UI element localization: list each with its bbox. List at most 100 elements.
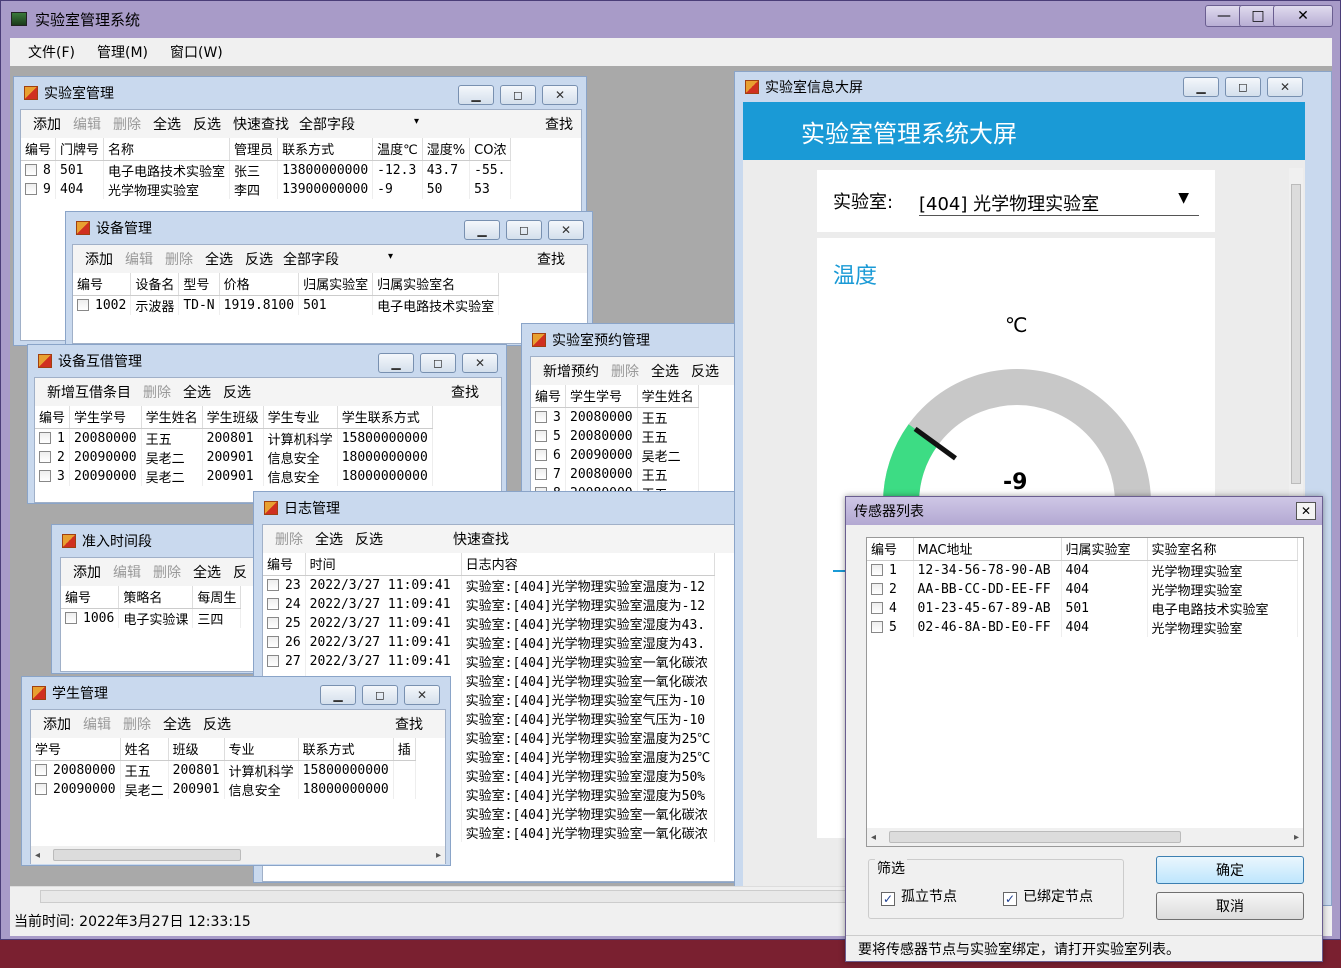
menu-manage[interactable]: 管理(M): [97, 42, 148, 62]
minimize-icon[interactable]: ▁: [458, 85, 494, 105]
column-header[interactable]: 学生学号: [69, 406, 142, 429]
column-header[interactable]: 学生姓名: [637, 385, 699, 408]
maximize-icon[interactable]: ◻: [500, 85, 536, 105]
table-row[interactable]: 8 501 电子电路技术实验室 张三 13800000000 -12.3 43.7 -55.: [21, 160, 512, 180]
column-header[interactable]: 编号: [21, 138, 57, 161]
row-checkbox[interactable]: [77, 298, 89, 311]
column-header[interactable]: 学生班级: [202, 406, 264, 429]
row-checkbox[interactable]: [65, 611, 77, 624]
table-row[interactable]: 20080000 王五 200801 计算机科学 15800000000: [31, 760, 416, 780]
table-row[interactable]: 3 20080000 王五: [531, 407, 699, 427]
isolated-node-checkbox[interactable]: ✓ 孤立节点: [881, 886, 957, 906]
table-row[interactable]: 27 2022/3/27 11:09:41 实验室:[404]光学物理实验室一氧化碳…: [263, 651, 716, 671]
mdi-horizontal-scrollbar[interactable]: [10, 886, 1260, 906]
column-header[interactable]: 联系方式: [298, 738, 394, 761]
edit-button[interactable]: 编辑: [83, 714, 111, 734]
select-all-button[interactable]: 全选: [163, 714, 191, 734]
delete-button[interactable]: 删除: [123, 714, 151, 734]
column-header[interactable]: 温度℃: [372, 138, 423, 161]
row-checkbox[interactable]: [35, 782, 47, 795]
column-header[interactable]: 学生联系方式: [337, 406, 433, 429]
menu-window[interactable]: 窗口(W): [170, 42, 223, 62]
row-checkbox[interactable]: [535, 429, 547, 442]
row-checkbox[interactable]: [267, 616, 279, 629]
column-header[interactable]: 设备名: [130, 273, 180, 296]
add-button[interactable]: 添加: [73, 562, 101, 582]
minimize-button[interactable]: —: [1205, 5, 1243, 27]
table-row[interactable]: 4 01-23-45-67-89-AB 501 电子电路技术实验室: [867, 598, 1298, 618]
edit-button[interactable]: 编辑: [125, 249, 153, 269]
column-header[interactable]: 专业: [224, 738, 299, 761]
table-row[interactable]: 23 2022/3/27 11:09:41 实验室:[404]光学物理实验室温度为-…: [263, 575, 716, 595]
table-row[interactable]: 3 20090000 吴老二 200901 信息安全 18000000000: [35, 466, 433, 486]
maximize-icon[interactable]: ◻: [1225, 77, 1261, 97]
table-row[interactable]: 5 20080000 王五: [531, 426, 699, 446]
maximize-button[interactable]: □: [1239, 5, 1277, 27]
table-row[interactable]: 1006 电子实验课 三四: [61, 608, 242, 628]
select-all-button[interactable]: 全选: [651, 361, 679, 381]
table-row[interactable]: 5 02-46-8A-BD-E0-FF 404 光学物理实验室: [867, 617, 1298, 637]
column-header[interactable]: 价格: [219, 273, 300, 296]
column-header[interactable]: 名称: [103, 138, 231, 161]
close-icon[interactable]: ✕: [548, 220, 584, 240]
invert-button[interactable]: 反选: [193, 114, 221, 134]
select-all-button[interactable]: 全选: [193, 562, 221, 582]
search-button[interactable]: 查找: [395, 714, 423, 734]
close-icon[interactable]: ✕: [1296, 502, 1316, 520]
ok-button[interactable]: 确定: [1156, 856, 1304, 884]
add-reservation-button[interactable]: 新增预约: [543, 361, 599, 381]
lab-select[interactable]: [404] 光学物理实验室 ▼: [919, 182, 1199, 216]
delete-button[interactable]: 删除: [143, 382, 171, 402]
add-button[interactable]: 添加: [43, 714, 71, 734]
column-header[interactable]: 型号: [178, 273, 220, 296]
delete-button[interactable]: 删除: [275, 529, 303, 549]
minimize-icon[interactable]: ▁: [378, 353, 414, 373]
table-row[interactable]: 6 20090000 吴老二: [531, 445, 699, 465]
search-button[interactable]: 查找: [545, 114, 573, 134]
column-header[interactable]: 联系方式: [277, 138, 374, 161]
row-checkbox[interactable]: [535, 448, 547, 461]
column-header[interactable]: MAC地址: [913, 538, 1062, 561]
close-button[interactable]: ✕: [1273, 5, 1333, 27]
row-checkbox[interactable]: [871, 563, 883, 576]
column-header[interactable]: 门牌号: [55, 138, 105, 161]
row-checkbox[interactable]: [39, 450, 51, 463]
invert-button[interactable]: 反选: [223, 382, 251, 402]
invert-button[interactable]: 反选: [355, 529, 383, 549]
minimize-icon[interactable]: ▁: [1183, 77, 1219, 97]
table-row[interactable]: 20090000 吴老二 200901 信息安全 18000000000: [31, 779, 416, 799]
column-header[interactable]: 学生专业: [263, 406, 338, 429]
close-icon[interactable]: ✕: [542, 85, 578, 105]
table-row[interactable]: 1 20080000 王五 200801 计算机科学 15800000000: [35, 428, 433, 448]
column-header[interactable]: 湿度%: [422, 138, 471, 161]
table-row[interactable]: 7 20080000 王五: [531, 464, 699, 484]
table-row[interactable]: 24 2022/3/27 11:09:41 实验室:[404]光学物理实验室温度为-…: [263, 594, 716, 614]
column-header[interactable]: CO浓: [469, 138, 512, 161]
delete-button[interactable]: 删除: [611, 361, 639, 381]
column-header[interactable]: 编号: [73, 273, 132, 296]
edit-button[interactable]: 编辑: [73, 114, 101, 134]
column-header[interactable]: 学生学号: [565, 385, 638, 408]
table-row[interactable]: 2 AA-BB-CC-DD-EE-FF 404 光学物理实验室: [867, 579, 1298, 599]
row-checkbox[interactable]: [267, 597, 279, 610]
row-checkbox[interactable]: [25, 163, 37, 176]
column-header[interactable]: 编号: [867, 538, 914, 561]
field-select[interactable]: 全部字段: [299, 114, 419, 134]
add-borrow-button[interactable]: 新增互借条目: [47, 382, 131, 402]
minimize-icon[interactable]: ▁: [464, 220, 500, 240]
row-checkbox[interactable]: [871, 601, 883, 614]
table-row[interactable]: 1002 示波器 TD-N 1919.8100 501 电子电路技术实验室: [73, 295, 500, 315]
maximize-icon[interactable]: ◻: [506, 220, 542, 240]
column-header[interactable]: 实验室名称: [1147, 538, 1298, 561]
row-checkbox[interactable]: [535, 410, 547, 423]
horizontal-scrollbar[interactable]: ◂ ▸: [31, 846, 445, 864]
delete-button[interactable]: 删除: [113, 114, 141, 134]
delete-button[interactable]: 删除: [165, 249, 193, 269]
column-header[interactable]: 管理员: [229, 138, 279, 161]
vertical-scrollbar[interactable]: [1289, 168, 1303, 498]
column-header[interactable]: 学生姓名: [141, 406, 203, 429]
table-row[interactable]: 1 12-34-56-78-90-AB 404 光学物理实验室: [867, 560, 1298, 580]
column-header[interactable]: 归属实验室: [298, 273, 374, 296]
search-button[interactable]: 查找: [451, 382, 479, 402]
row-checkbox[interactable]: [35, 763, 47, 776]
